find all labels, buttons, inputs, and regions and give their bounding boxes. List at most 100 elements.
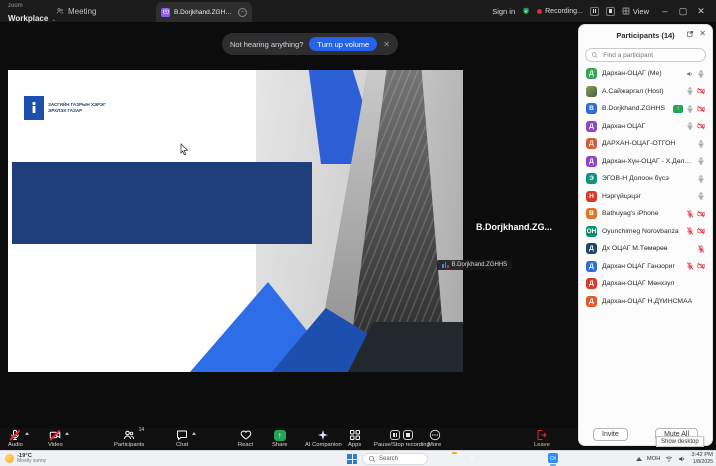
leave-button[interactable]: Leave (534, 429, 550, 448)
maximize-icon[interactable]: ▢ (674, 6, 692, 17)
mouse-cursor-icon (178, 143, 190, 155)
weather-icon (5, 454, 14, 464)
mic-icon (697, 157, 705, 165)
tray-overflow-chevron-icon[interactable] (635, 456, 642, 461)
meeting-toolbar: Audio Video 14 Participants Chat React ↑… (0, 427, 578, 450)
avatar: ОН (586, 225, 597, 237)
participants-panel: Participants (14) ✕ Д Дархан-ОЦАГ (Me) А… (578, 24, 713, 446)
taskbar-app-teams[interactable] (532, 453, 542, 463)
org-emblem-icon (24, 96, 44, 120)
meeting-tab-label: Meeting (68, 6, 97, 16)
video-button[interactable]: Video (48, 429, 70, 448)
taskbar-app-powerpoint[interactable] (516, 453, 526, 463)
zoom-meeting-window: zoom Workplace ⌄ Meeting B.Dorjkhand.ZGHH… (0, 0, 716, 466)
tab-meeting[interactable]: Meeting (56, 0, 96, 22)
share-button[interactable]: ↑ Share (272, 429, 287, 448)
audio-options-chevron-icon[interactable] (25, 432, 30, 435)
pause-recording-button[interactable] (589, 6, 599, 16)
participant-name: ЭГОВ-Н Долоон бүсэ (602, 175, 669, 183)
participant-name: Дархан-ОЦАГ Н.ДҮЙНСМАА (602, 297, 693, 305)
presenter-name-tag: B.Dorjkhand.ZGHHS (437, 260, 513, 270)
avatar: Н (586, 190, 597, 202)
close-panel-icon[interactable]: ✕ (699, 30, 706, 38)
participant-row[interactable]: Н Нэргүйцэцэг (579, 188, 712, 206)
view-grid-icon (622, 7, 630, 15)
wifi-icon[interactable] (665, 455, 673, 463)
stop-recording-icon[interactable] (403, 430, 414, 440)
react-button[interactable]: React (238, 429, 253, 448)
audio-level-icon (442, 262, 449, 268)
minimize-icon[interactable]: – (656, 6, 674, 16)
ai-companion-button[interactable]: AI Companion (305, 429, 342, 448)
participant-name: Bathuyag's iPhone (602, 210, 659, 218)
camera-off-icon (697, 105, 705, 113)
tab-options-icon[interactable]: – (238, 7, 247, 17)
taskbar-app-edge[interactable] (436, 453, 446, 463)
view-button[interactable]: View (622, 7, 649, 16)
participant-row[interactable]: ОН Oyunchimeg Norovbanza (579, 223, 712, 241)
start-button[interactable] (347, 454, 357, 464)
popout-panel-icon[interactable] (686, 30, 694, 38)
taskbar-app-zoom[interactable] (548, 453, 558, 466)
participant-row[interactable]: Д Дархан ОЦАГ Ганзориг (579, 258, 712, 276)
participant-row[interactable]: Д Дархан-ОЦАГ Н.ДҮЙНСМАА (579, 293, 712, 311)
participant-row[interactable]: Д Дархан-ОЦАГ Мөнхзул (579, 275, 712, 293)
participant-search[interactable] (585, 48, 706, 62)
taskbar-app-excel[interactable] (500, 453, 510, 463)
pause-stop-recording-button[interactable]: Pause/Stop recording (374, 429, 430, 448)
camera-off-icon (697, 210, 705, 218)
meeting-icon (56, 7, 64, 15)
org-name-line2: ЭРХЛЭХ ГАЗАР (48, 108, 83, 113)
notification-close-icon[interactable]: ✕ (383, 40, 390, 49)
stop-recording-button[interactable] (605, 6, 615, 16)
participant-row[interactable]: B B.Dorjkhand.ZGHHS ↑ (579, 100, 712, 118)
turn-up-volume-button[interactable]: Turn up volume (309, 37, 378, 51)
taskbar-app-file-explorer[interactable] (452, 453, 462, 463)
taskbar-clock[interactable]: 3:42 PM 1/8/2025 (691, 452, 713, 466)
participant-name: Oyunchimeg Norovbanza (602, 227, 679, 235)
taskbar-app-outlook[interactable] (484, 453, 494, 463)
windows-taskbar: -19°C Mostly sunny Search МОН 3:42 PM 1/… (0, 450, 716, 466)
chat-button[interactable]: Chat (176, 429, 197, 448)
avatar: Д (586, 260, 597, 272)
slide-title: ЭРСДЭЛИЙН УДИРДЛАГЫН ҮЙЛ ЯВЦ, ХЭРЭГЖҮҮЛЭ… (12, 162, 312, 244)
app-menu-button[interactable]: zoom Workplace ⌄ (8, 3, 56, 25)
taskbar-search[interactable]: Search (362, 452, 428, 465)
mic-icon (697, 192, 705, 200)
participant-row[interactable]: Д ДАРХАН-ОЦАГ-ОТГОН (579, 135, 712, 153)
screen-sharing-icon: ↑ (673, 104, 683, 113)
avatar: Д (586, 295, 597, 307)
tab-shared-screen[interactable]: B.Dorjkhand.ZGHHS-G's screen – (156, 2, 252, 22)
weather-widget[interactable]: -19°C Mostly sunny (5, 453, 46, 465)
participants-button[interactable]: 14 Participants (114, 427, 144, 448)
participant-row[interactable]: Э ЭГОВ-Н Долоон бүсэ (579, 170, 712, 188)
participant-row[interactable]: Д Дархан-ОЦАГ (Me) (579, 65, 712, 83)
audio-button[interactable]: Audio (8, 429, 30, 448)
participant-name: Дархан-Хүн-ОЦАГ - Х.Дөлгөөн (602, 157, 692, 165)
screen-share-tab-icon (161, 7, 170, 17)
taskbar-app-chrome[interactable] (468, 453, 478, 463)
volume-icon[interactable] (678, 455, 686, 463)
participant-row[interactable]: А.Сайжаргал (Host) (579, 83, 712, 101)
more-button[interactable]: More (428, 429, 441, 448)
participant-name: Дархан-ОЦАГ Мөнхзул (602, 280, 675, 288)
mic-icon (686, 105, 694, 113)
participant-row[interactable]: B Bathuyag's iPhone (579, 205, 712, 223)
share-screen-icon: ↑ (273, 429, 286, 441)
keyboard-language[interactable]: МОН (647, 456, 661, 462)
participant-row[interactable]: Д Дархан-Хүн-ОЦАГ - Х.Дөлгөөн (579, 153, 712, 171)
participant-search-input[interactable] (601, 50, 700, 60)
participant-row[interactable]: Д Дархан ОЦАГ (579, 118, 712, 136)
pause-recording-icon[interactable] (390, 430, 401, 440)
video-options-chevron-icon[interactable] (65, 432, 70, 435)
shield-check-icon[interactable] (522, 7, 530, 15)
close-icon[interactable]: ✕ (692, 6, 710, 17)
participants-panel-title: Participants (14) (616, 30, 675, 40)
presenter-video-tile-name[interactable]: B.Dorjkhand.ZG... (458, 222, 570, 232)
participant-row[interactable]: Д Дх ОЦАГ М.Төмөрөө (579, 240, 712, 258)
mic-icon (686, 87, 694, 95)
sign-in-link[interactable]: Sign in (492, 7, 515, 16)
chat-options-chevron-icon[interactable] (192, 432, 197, 435)
invite-button[interactable]: Invite (593, 428, 628, 441)
apps-button[interactable]: Apps (348, 429, 361, 448)
